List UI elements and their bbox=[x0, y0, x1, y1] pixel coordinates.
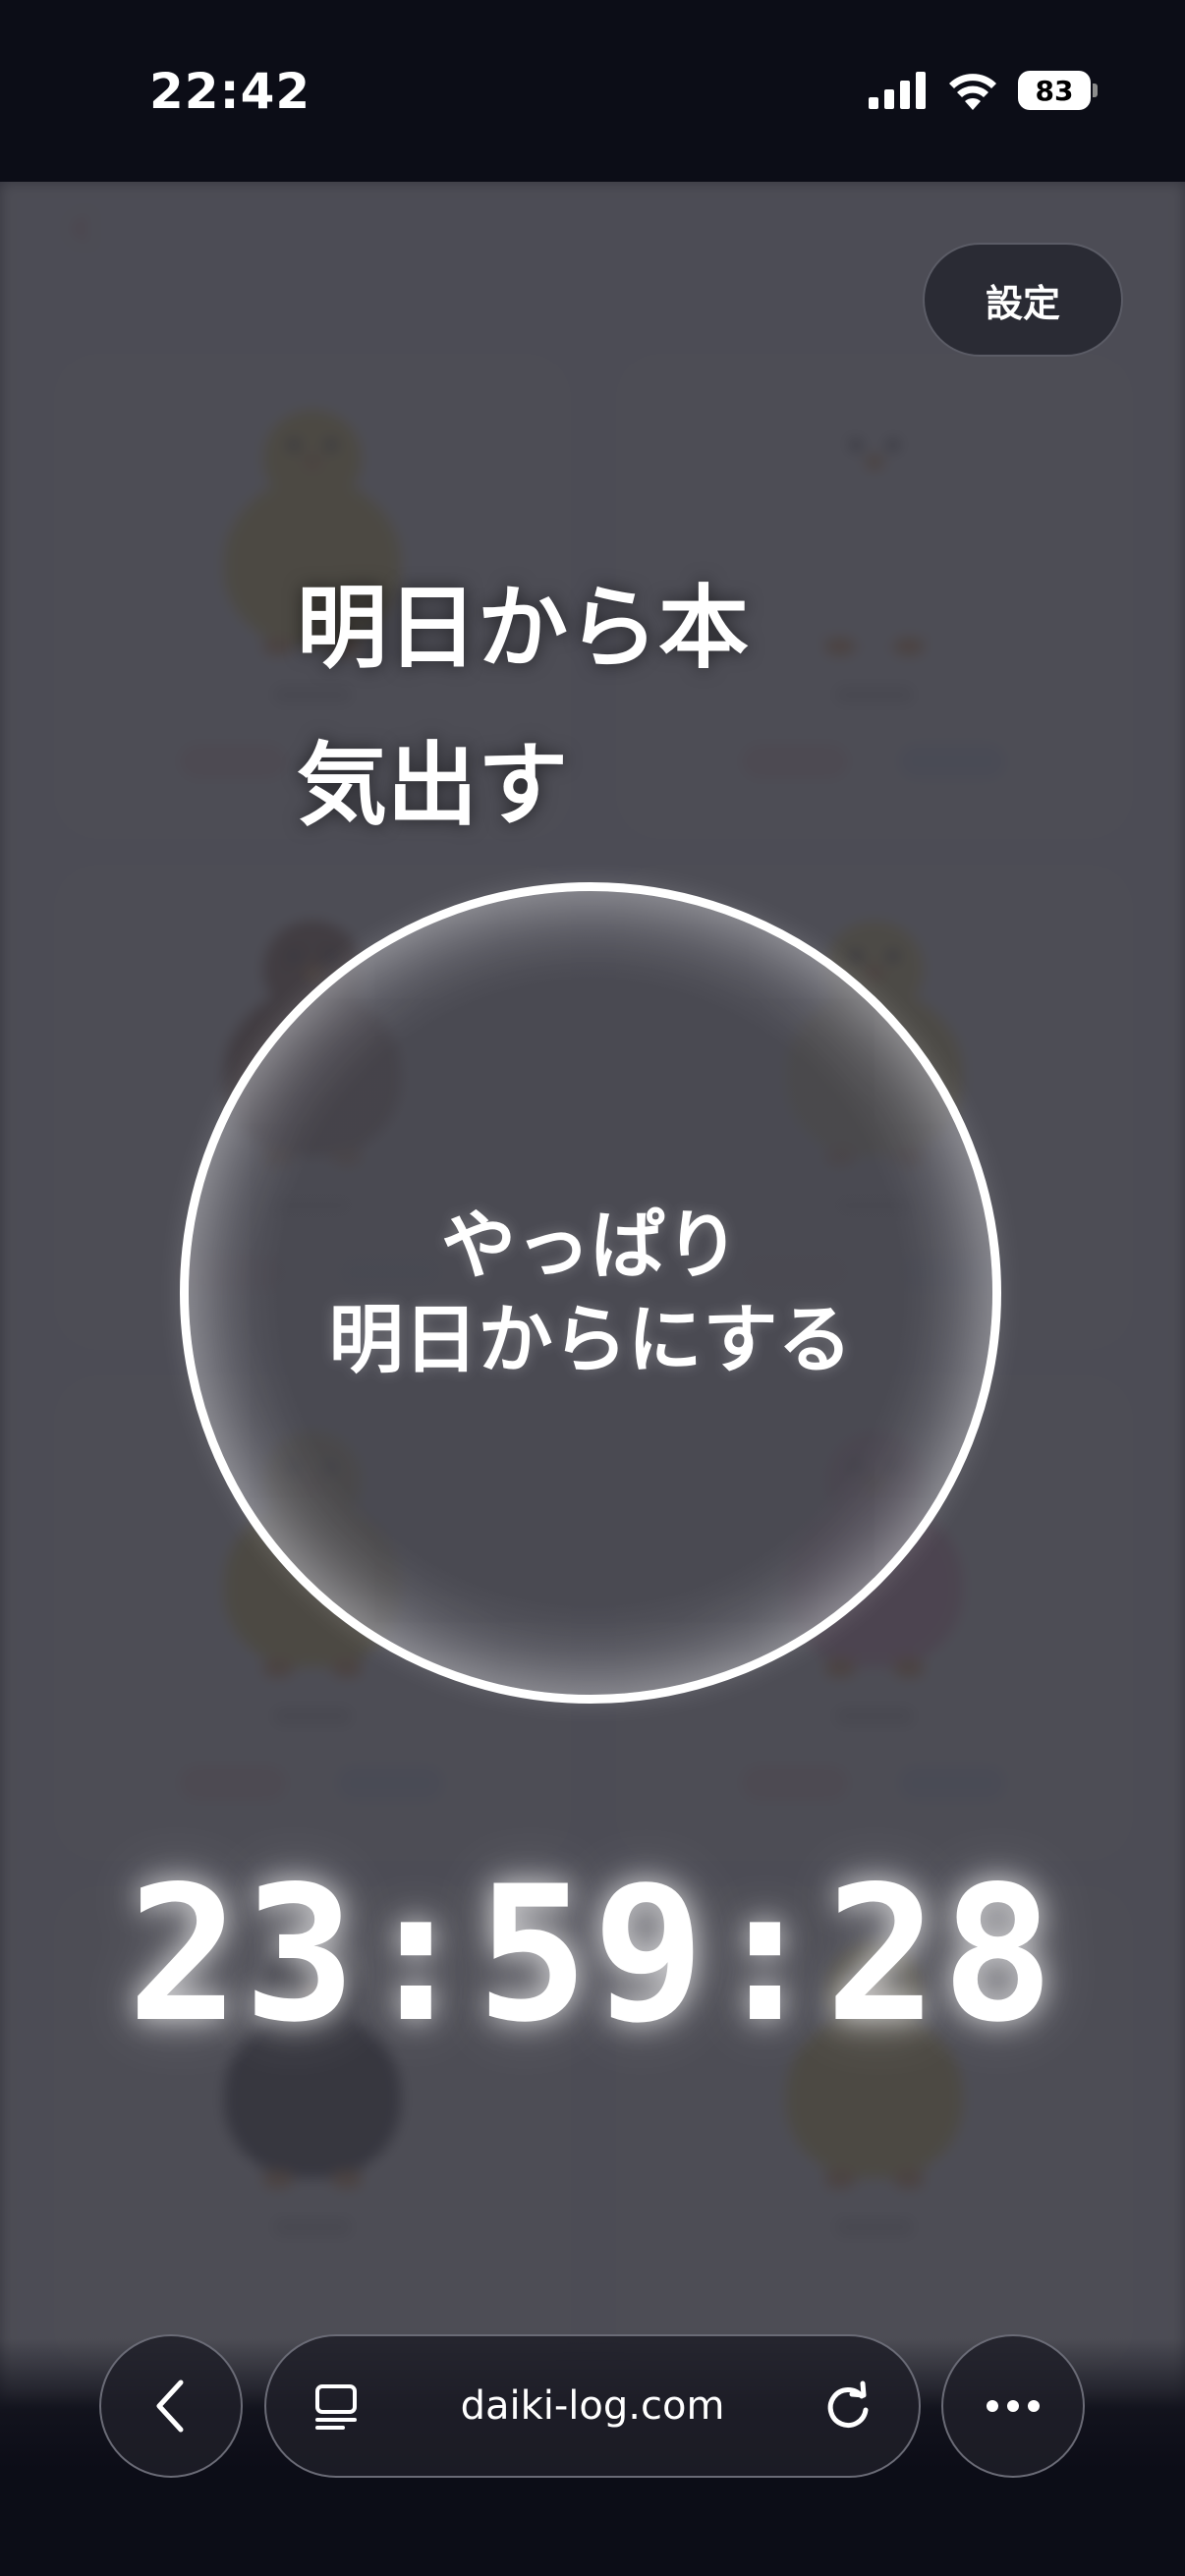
status-icons: 83 bbox=[869, 71, 1098, 110]
postpone-to-tomorrow-button[interactable]: やっぱり 明日からにする bbox=[180, 882, 1001, 1704]
signal-icon bbox=[869, 72, 926, 109]
back-icon bbox=[156, 2380, 184, 2433]
more-options-button[interactable] bbox=[941, 2334, 1085, 2478]
screen: ‹ bbox=[0, 0, 1185, 2576]
headline: 明日から本 気出す bbox=[297, 550, 847, 865]
battery-icon: 83 bbox=[1018, 71, 1098, 110]
postpone-label-line-1: やっぱり bbox=[440, 1202, 740, 1289]
reader-icon[interactable] bbox=[313, 2382, 363, 2432]
headline-line-2: 気出す bbox=[297, 733, 569, 838]
settings-button[interactable]: 設定 bbox=[923, 243, 1123, 357]
address-bar[interactable]: daiki-log.com bbox=[264, 2334, 921, 2478]
postpone-label-line-2: 明日からにする bbox=[328, 1296, 853, 1383]
browser-back-button[interactable] bbox=[99, 2334, 243, 2478]
url-text[interactable]: daiki-log.com bbox=[365, 2336, 820, 2476]
wifi-icon bbox=[949, 74, 996, 110]
status-bar: 22:42 83 bbox=[0, 0, 1185, 182]
postpone-button-label: やっぱり 明日からにする bbox=[329, 1199, 853, 1387]
headline-line-1: 明日から本 bbox=[297, 576, 750, 681]
countdown-timer: 23:59:28 bbox=[127, 1846, 1058, 2063]
battery-level: 83 bbox=[1035, 74, 1074, 107]
reload-icon[interactable] bbox=[822, 2380, 874, 2432]
more-icon bbox=[987, 2400, 1040, 2412]
status-time: 22:42 bbox=[149, 63, 311, 120]
